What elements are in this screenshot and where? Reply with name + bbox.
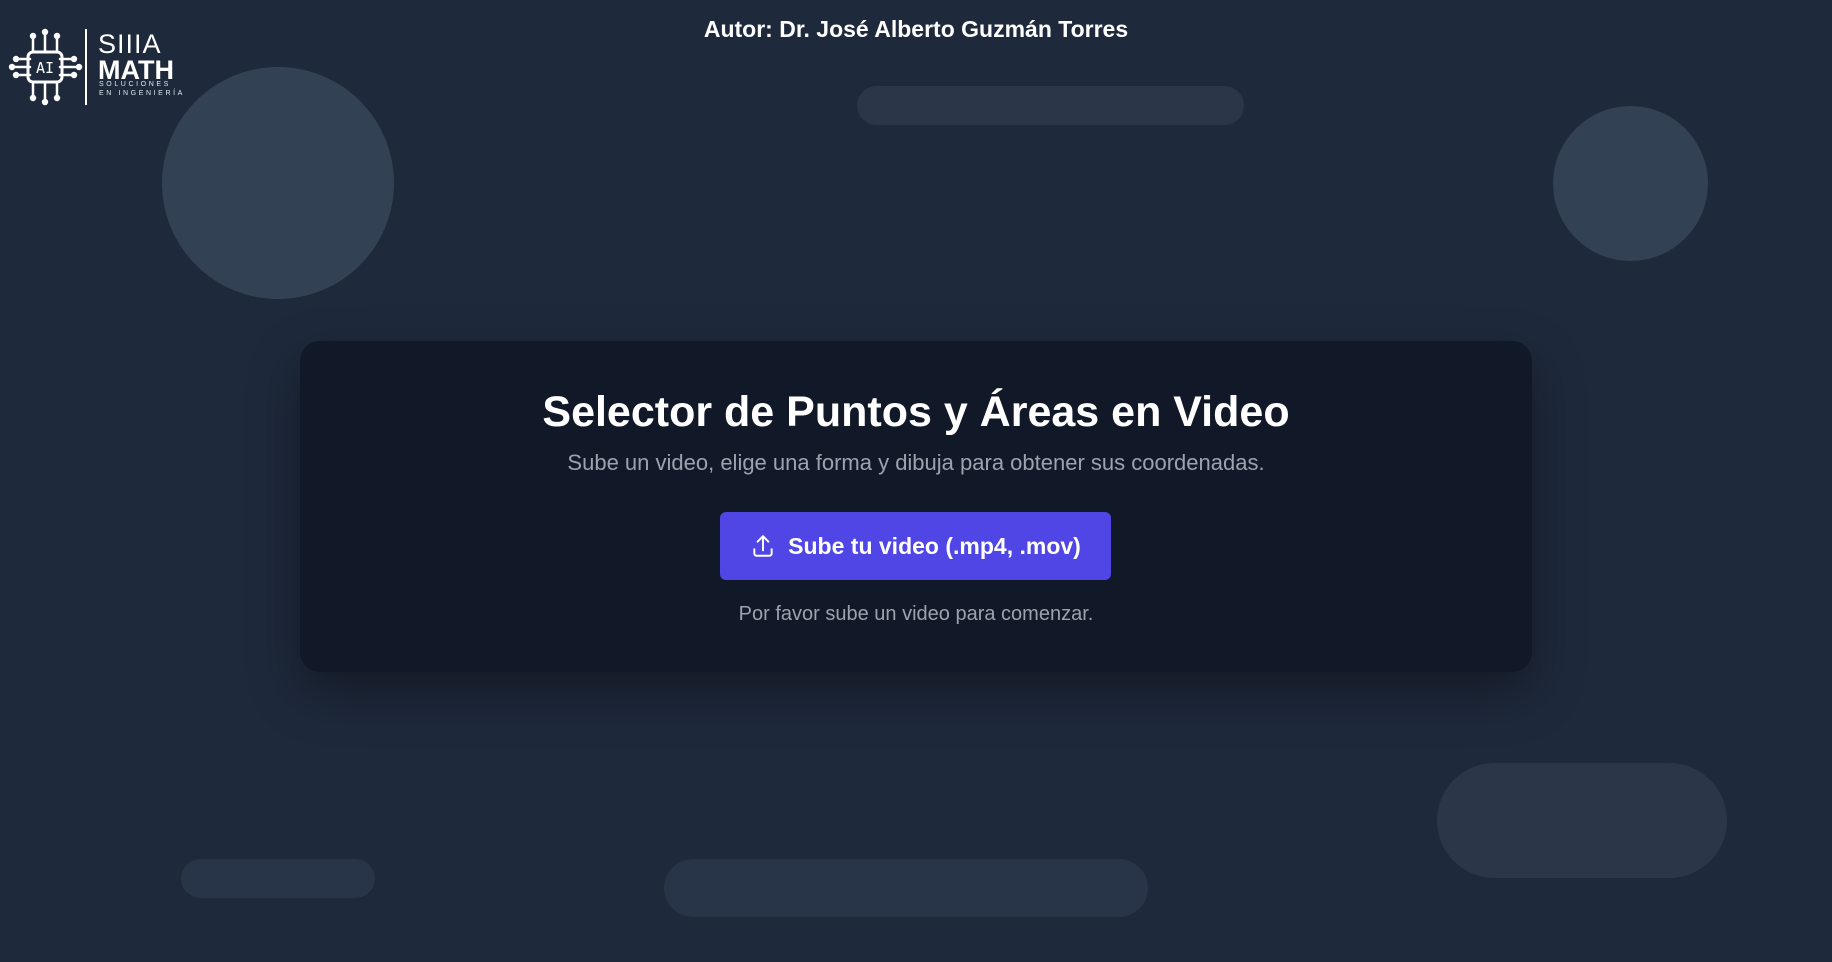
background-pill-bottom-left	[181, 859, 375, 898]
main-card: Selector de Puntos y Áreas en Video Sube…	[300, 341, 1532, 672]
logo-tagline-line1: SOLUCIONES	[99, 81, 171, 88]
upload-button-label: Sube tu video (.mp4, .mov)	[788, 533, 1081, 559]
background-circle-small	[1553, 106, 1708, 261]
logo-tagline-line2: EN INGENIERÍA	[99, 90, 185, 97]
upload-icon	[753, 535, 773, 557]
page-subtitle: Sube un video, elige una forma y dibuja …	[567, 450, 1265, 475]
chip-label: AI	[36, 59, 54, 77]
background-pill-bottom-center	[664, 859, 1148, 917]
status-message: Por favor sube un video para comenzar.	[738, 603, 1094, 625]
background-pill-top	[857, 86, 1244, 125]
page-title: Selector de Puntos y Áreas en Video	[542, 388, 1290, 436]
background-pill-bottom-right	[1437, 763, 1727, 878]
author-credit: Autor: Dr. José Alberto Guzmán Torres	[703, 16, 1129, 42]
upload-video-button[interactable]: Sube tu video (.mp4, .mov)	[720, 512, 1111, 580]
